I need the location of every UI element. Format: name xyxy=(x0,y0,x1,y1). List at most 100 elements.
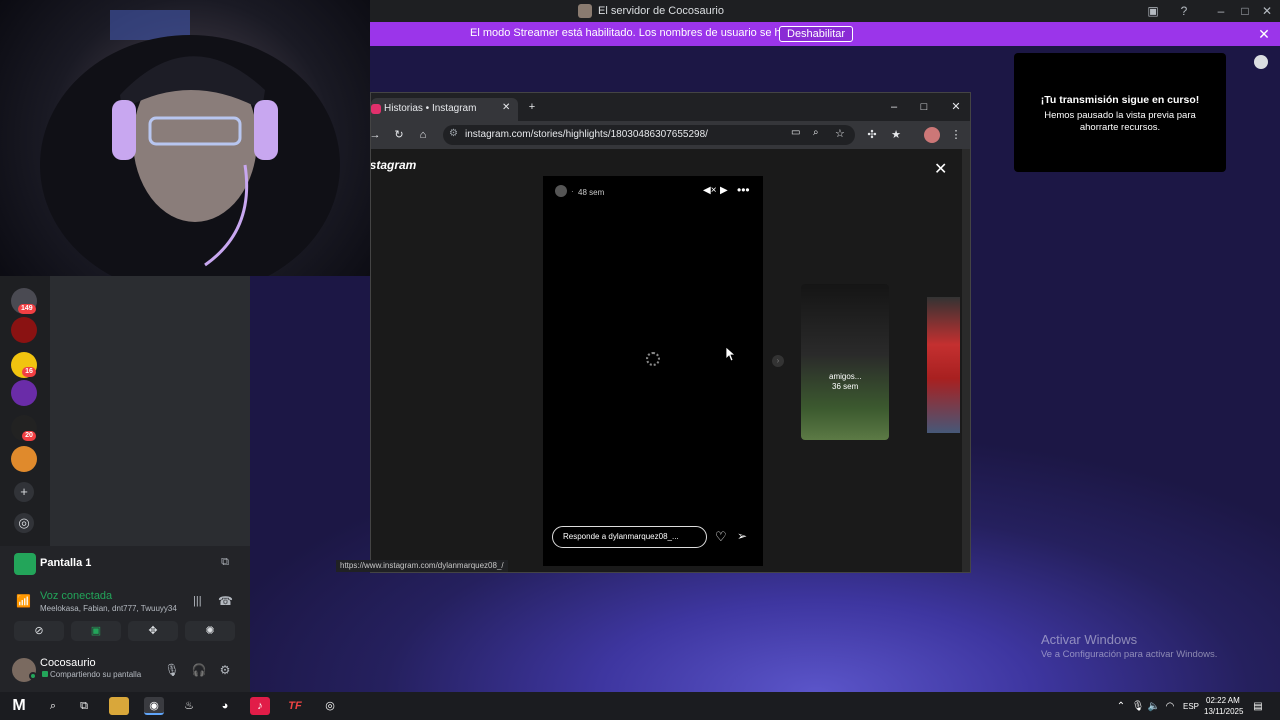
webcam-image xyxy=(40,10,340,276)
file-explorer-icon[interactable] xyxy=(109,697,129,715)
headphones-icon[interactable]: 🎧 xyxy=(190,661,208,679)
microphone-icon[interactable]: 🎙 xyxy=(163,661,181,679)
url-text: instagram.com/stories/highlights/1803048… xyxy=(465,129,708,140)
send-icon[interactable]: ➢ xyxy=(737,529,747,543)
mouse-cursor-icon xyxy=(726,347,736,361)
noise-suppression-icon[interactable]: ||| xyxy=(193,595,202,607)
close-story-icon[interactable]: ✕ xyxy=(934,159,947,179)
add-server-icon[interactable]: + xyxy=(14,482,34,502)
language-indicator[interactable]: ESP xyxy=(1183,702,1199,711)
reload-icon[interactable]: ↻ xyxy=(391,127,407,143)
explore-icon[interactable]: ◎ xyxy=(14,513,34,533)
url-field[interactable]: ⚙ instagram.com/stories/highlights/18030… xyxy=(443,125,855,145)
mention-badge: 149 xyxy=(18,304,36,314)
mention-badge: 20 xyxy=(22,431,36,441)
home-icon[interactable]: ⌂ xyxy=(415,127,431,143)
reply-placeholder: Responde a dylanmarquez08_... xyxy=(563,532,679,541)
online-status-icon xyxy=(29,672,37,680)
obs-icon[interactable]: ◎ xyxy=(320,697,340,715)
steam-icon[interactable]: ♨ xyxy=(179,697,199,715)
server-item[interactable] xyxy=(11,380,37,406)
scrollbar[interactable] xyxy=(962,149,970,572)
help-icon[interactable]: ? xyxy=(1176,3,1192,19)
maximize-icon[interactable]: □ xyxy=(1237,3,1253,19)
story-preview[interactable] xyxy=(927,297,960,433)
webcam-feed xyxy=(0,0,370,276)
notice-body: Hemos pausado la vista previa para ahorr… xyxy=(1044,110,1196,133)
browser-tab[interactable]: Historias • Instagram ✕ xyxy=(371,98,518,121)
close-icon[interactable]: ✕ xyxy=(1259,3,1275,19)
story-avatar[interactable] xyxy=(555,185,567,197)
next-story-icon[interactable]: › xyxy=(772,355,784,367)
play-icon[interactable]: ▶ xyxy=(720,185,728,196)
tray-mic-icon[interactable]: 🎙 xyxy=(1131,700,1145,714)
favorites-icon[interactable]: ★ xyxy=(888,127,904,143)
voice-participants: Meelokasa, Fabian, dnt777, Twuuyy34 xyxy=(40,604,177,613)
popout-icon[interactable]: ⧉ xyxy=(218,556,232,570)
like-icon[interactable]: ♡ xyxy=(715,529,727,545)
settings-icon[interactable]: ⚙ xyxy=(216,661,234,679)
notice-title: ¡Tu transmisión sigue en curso! xyxy=(1040,94,1200,106)
zoom-icon[interactable]: ⌕ xyxy=(813,127,819,138)
search-icon[interactable]: ⌕ xyxy=(43,697,63,715)
activities-button[interactable]: ✥ xyxy=(128,621,178,641)
menu-icon[interactable]: ⋮ xyxy=(948,127,964,143)
server-item[interactable] xyxy=(11,446,37,472)
mute-icon[interactable]: ◀× xyxy=(703,185,717,196)
close-banner-icon[interactable]: ✕ xyxy=(1256,26,1272,42)
volume-icon[interactable]: 🔈 xyxy=(1147,700,1161,714)
mention-badge: 16 xyxy=(22,367,36,377)
soundboard-button[interactable]: ✺ xyxy=(185,621,235,641)
tray-expand-icon[interactable]: ⌃ xyxy=(1114,700,1128,714)
extensions-icon[interactable]: ✣ xyxy=(864,127,880,143)
instagram-favicon-icon xyxy=(371,104,381,114)
site-info-icon[interactable]: ⚙ xyxy=(449,128,458,139)
chat-icon[interactable] xyxy=(1254,55,1268,69)
streamer-mode-banner: El modo Streamer está habilitado. Los no… xyxy=(370,22,1280,46)
story-viewer: · 48 sem ◀× ▶ ••• Responde a dylanmarque… xyxy=(543,176,763,566)
camera-off-button[interactable]: ⊘ xyxy=(14,621,64,641)
window-title-text: El servidor de Cocosaurio xyxy=(598,5,724,17)
disable-streamer-button[interactable]: Deshabilitar xyxy=(779,26,854,42)
start-menu-icon[interactable]: M xyxy=(8,695,30,717)
channel-panel xyxy=(50,276,250,546)
discord-icon[interactable]: ◕ xyxy=(215,697,235,715)
notifications-icon[interactable]: ▤ xyxy=(1251,700,1265,714)
activation-title: Activar Windows xyxy=(1041,632,1138,647)
disconnect-icon[interactable]: ☎ xyxy=(218,594,233,608)
next-story-label: amigos... xyxy=(829,372,862,381)
network-icon[interactable]: ◠ xyxy=(1163,700,1177,714)
cast-icon[interactable]: ▭ xyxy=(791,127,800,138)
clock-date[interactable]: 13/11/2025 xyxy=(1204,707,1243,716)
tiktok-icon[interactable]: ♪ xyxy=(250,697,270,715)
bookmark-icon[interactable]: ☆ xyxy=(835,127,845,140)
user-name[interactable]: Cocosaurio xyxy=(40,657,96,669)
maximize-icon[interactable]: □ xyxy=(916,99,932,115)
reply-input[interactable]: Responde a dylanmarquez08_... xyxy=(552,526,707,548)
screen-share-icon xyxy=(14,553,36,575)
story-time: 48 sem xyxy=(578,188,605,197)
server-item[interactable] xyxy=(11,317,37,343)
minimize-icon[interactable]: – xyxy=(1213,3,1229,19)
tf-app-icon[interactable]: TF xyxy=(285,697,305,715)
tab-title: Historias • Instagram xyxy=(384,103,477,114)
close-window-icon[interactable]: ✕ xyxy=(948,99,964,115)
signal-icon: 📶 xyxy=(16,594,31,608)
sharing-icon xyxy=(42,671,48,677)
new-tab-icon[interactable]: + xyxy=(524,99,540,115)
more-options-icon[interactable]: ••• xyxy=(737,183,750,197)
chrome-icon[interactable]: ◉ xyxy=(144,697,164,715)
screen-title: Pantalla 1 xyxy=(40,557,92,569)
minimize-icon[interactable]: – xyxy=(886,99,902,115)
close-tab-icon[interactable]: ✕ xyxy=(502,102,510,113)
next-story-preview[interactable]: amigos... 36 sem xyxy=(801,284,889,440)
activation-subtitle: Ve a Configuración para activar Windows. xyxy=(1041,649,1218,660)
forward-icon[interactable]: → xyxy=(367,127,383,143)
task-view-icon[interactable]: ⧉ xyxy=(74,697,94,715)
clock-time[interactable]: 02:22 AM xyxy=(1206,696,1240,705)
inbox-icon[interactable]: ▣ xyxy=(1145,3,1161,19)
profile-avatar[interactable] xyxy=(924,127,940,143)
voice-status[interactable]: Voz conectada xyxy=(40,590,112,602)
address-bar: → ↻ ⌂ ⚙ instagram.com/stories/highlights… xyxy=(370,121,970,149)
screen-share-button[interactable]: ▣ xyxy=(71,621,121,641)
